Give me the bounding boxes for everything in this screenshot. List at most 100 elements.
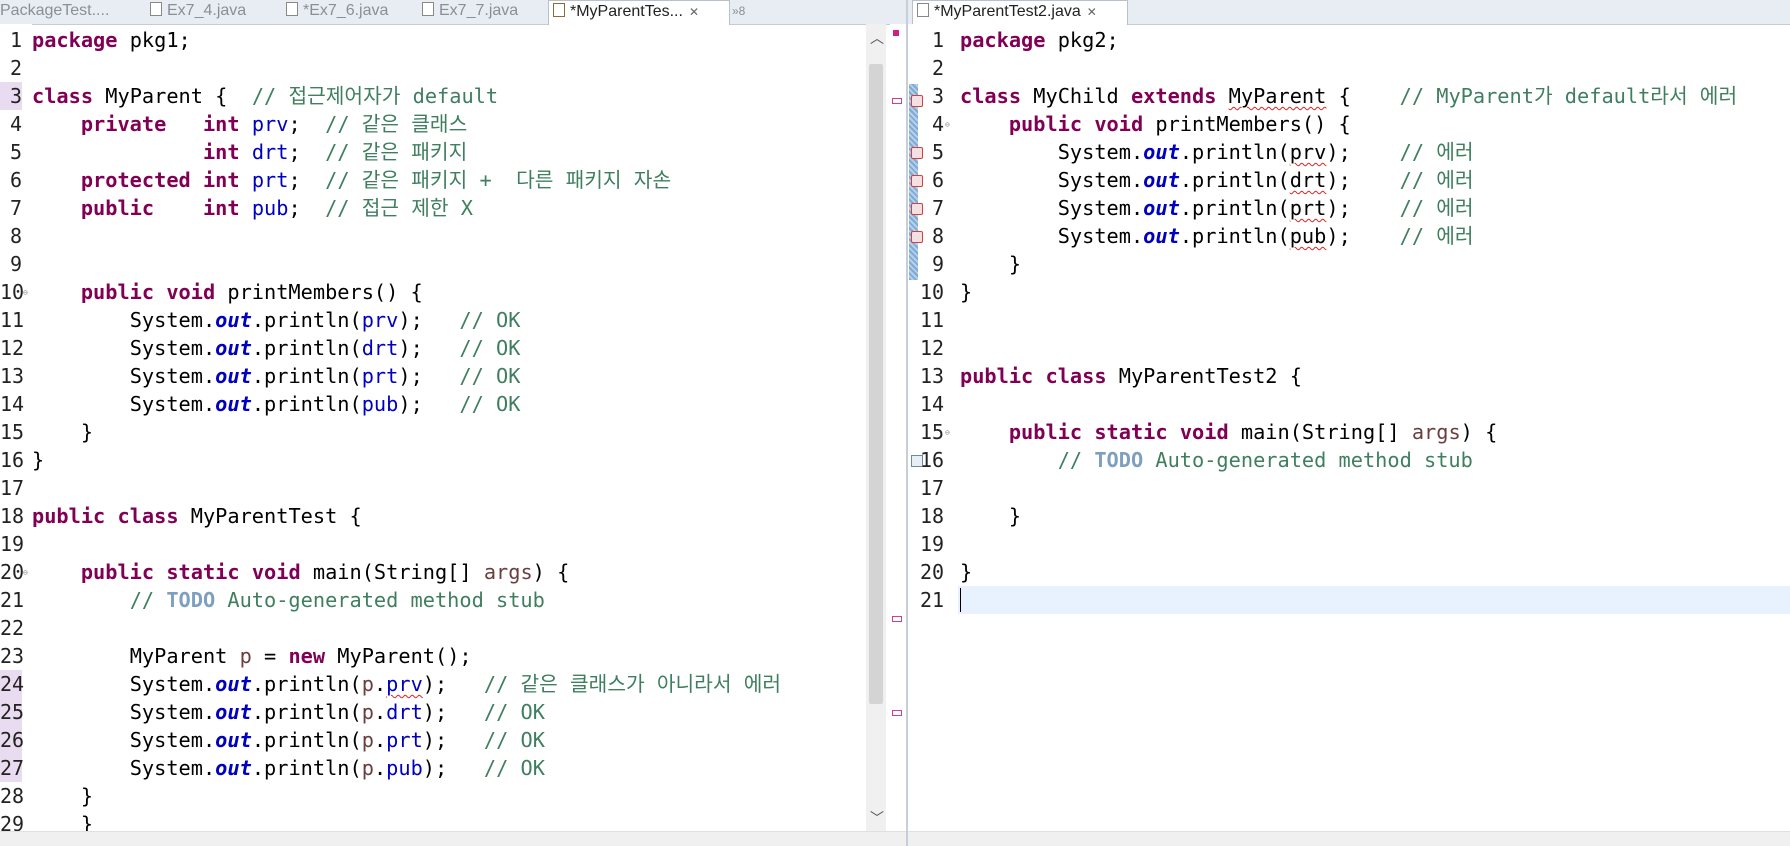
code-line[interactable]: } xyxy=(960,250,1021,278)
right-horizontal-scrollbar[interactable] xyxy=(908,831,1790,846)
more-tabs-button[interactable]: »8 xyxy=(732,0,756,24)
code-line[interactable]: // TODO Auto-generated method stub xyxy=(960,446,1473,474)
tab-ex7-4[interactable]: Ex7_4.java xyxy=(150,0,265,24)
code-line[interactable]: System.out.println(prt); // 에러 xyxy=(960,194,1474,222)
error-overview-indicator[interactable] xyxy=(893,30,899,36)
scroll-down-icon[interactable]: ﹀ xyxy=(870,808,884,828)
code-line[interactable]: public class MyParentTest2 { xyxy=(960,362,1302,390)
code-line[interactable]: System.out.println(prv); // 에러 xyxy=(960,138,1474,166)
code-line[interactable]: public void printMembers() { xyxy=(960,110,1351,138)
left-vertical-scrollbar[interactable]: ︿ ﹀ xyxy=(866,24,886,832)
code-token: pub xyxy=(251,196,289,220)
line-number: 9 xyxy=(9,252,22,276)
code-line[interactable]: public void printMembers() { xyxy=(32,278,423,306)
close-icon[interactable]: ✕ xyxy=(689,5,699,19)
code-line[interactable]: System.out.println(pub); // OK xyxy=(32,390,521,418)
code-line[interactable]: } xyxy=(960,502,1021,530)
code-line[interactable]: package pkg2; xyxy=(960,26,1119,54)
line-number: 18 xyxy=(0,504,25,528)
code-token: } xyxy=(80,784,94,808)
code-token: .println( xyxy=(251,308,362,332)
code-line[interactable]: class MyChild extends MyParent { // MyPa… xyxy=(960,82,1737,110)
code-line[interactable]: private int prv; // 같은 클래스 xyxy=(32,110,467,138)
code-line[interactable]: System.out.println(drt); // 에러 xyxy=(960,166,1474,194)
line-number: 14 xyxy=(920,392,945,416)
ruler-marker[interactable] xyxy=(892,710,902,716)
tab-ex7-7[interactable]: Ex7_7.java xyxy=(422,0,537,24)
fold-toggle-icon[interactable]: ⊖ xyxy=(945,120,950,129)
scroll-up-icon[interactable]: ︿ xyxy=(870,28,884,48)
java-file-error-icon xyxy=(553,3,565,17)
code-token: public xyxy=(80,280,155,304)
code-token: prt xyxy=(386,728,423,752)
code-token: MyParent(); xyxy=(325,644,472,668)
code-line[interactable]: System.out.println(pub); // 에러 xyxy=(960,222,1474,250)
ruler-marker[interactable] xyxy=(892,98,902,104)
code-line[interactable]: MyParent p = new MyParent(); xyxy=(32,642,472,670)
close-icon[interactable]: ✕ xyxy=(1087,5,1097,19)
left-horizontal-scrollbar[interactable] xyxy=(0,831,906,846)
code-line[interactable]: } xyxy=(32,446,44,474)
code-token: System. xyxy=(1057,168,1144,192)
code-line[interactable]: System.out.println(p.prv); // 같은 클래스가 아니… xyxy=(32,670,781,698)
code-line[interactable]: System.out.println(p.prt); // OK xyxy=(32,726,545,754)
code-line[interactable]: System.out.println(prt); // OK xyxy=(32,362,521,390)
code-line[interactable]: System.out.println(p.pub); // OK xyxy=(32,754,545,782)
code-line[interactable]: public static void main(String[] args) { xyxy=(960,418,1497,446)
left-scroll-thumb[interactable] xyxy=(869,64,883,704)
code-token: out xyxy=(1143,196,1180,220)
code-token: class xyxy=(1045,364,1107,388)
code-line[interactable]: // TODO Auto-generated method stub xyxy=(32,586,545,614)
code-token: } xyxy=(80,420,94,444)
java-file-icon xyxy=(150,2,162,16)
code-token: prt xyxy=(1289,196,1327,220)
line-number: 17 xyxy=(0,476,25,500)
code-line[interactable]: protected int prt; // 같은 패키지 + 다른 패키지 자손 xyxy=(32,166,671,194)
code-token: // 접근제어자가 default xyxy=(251,84,499,108)
code-line[interactable]: } xyxy=(32,418,93,446)
code-line[interactable]: System.out.println(prv); // OK xyxy=(32,306,521,334)
line-number: 13 xyxy=(0,364,25,388)
code-token: // 에러 xyxy=(1399,224,1474,248)
code-line[interactable]: } xyxy=(32,782,93,810)
code-token: .println( xyxy=(251,364,362,388)
fold-toggle-icon[interactable]: ⊖ xyxy=(23,568,28,577)
code-line[interactable]: int drt; // 같은 패키지 xyxy=(32,138,467,166)
ruler-marker[interactable] xyxy=(892,616,902,622)
code-line[interactable]: public static void main(String[] args) { xyxy=(32,558,569,586)
code-line[interactable]: System.out.println(p.drt); // OK xyxy=(32,698,545,726)
code-token: ; xyxy=(288,140,326,164)
code-token: System. xyxy=(1057,196,1144,220)
code-token: ); xyxy=(398,392,460,416)
left-overview-ruler xyxy=(890,24,906,832)
code-line[interactable]: } xyxy=(960,558,972,586)
code-line[interactable]: package pkg1; xyxy=(32,26,191,54)
code-token: int xyxy=(202,140,240,164)
line-number: 27 xyxy=(0,754,25,782)
code-line[interactable]: } xyxy=(960,278,972,306)
code-token: prv xyxy=(251,112,289,136)
code-token: new xyxy=(288,644,326,668)
code-line[interactable]: System.out.println(drt); // OK xyxy=(32,334,521,362)
code-token: // 같은 패키지 + 다른 패키지 자손 xyxy=(325,168,672,192)
code-token: . xyxy=(373,756,387,780)
java-file-icon xyxy=(286,2,298,16)
code-token: } xyxy=(960,280,973,304)
code-line[interactable]: class MyParent { // 접근제어자가 default xyxy=(32,82,498,110)
tab-ex7-6[interactable]: *Ex7_6.java xyxy=(286,0,406,24)
code-token: out xyxy=(215,756,252,780)
fold-toggle-icon[interactable]: ⊖ xyxy=(945,428,950,437)
line-number: 3 xyxy=(0,82,22,110)
fold-toggle-icon[interactable]: ⊖ xyxy=(23,288,28,297)
code-line[interactable]: public class MyParentTest { xyxy=(32,502,362,530)
code-token: ; xyxy=(288,196,326,220)
tab-packagetest[interactable]: PackageTest.... xyxy=(0,0,120,24)
tab-myparenttest[interactable]: *MyParentTes... ✕ xyxy=(548,0,730,25)
code-token: prt xyxy=(251,168,289,192)
tab-myparenttest2[interactable]: *MyParentTest2.java ✕ xyxy=(912,0,1128,25)
code-token: // xyxy=(129,588,167,612)
code-line[interactable]: public int pub; // 접근 제한 X xyxy=(32,194,473,222)
code-token: out xyxy=(215,392,252,416)
